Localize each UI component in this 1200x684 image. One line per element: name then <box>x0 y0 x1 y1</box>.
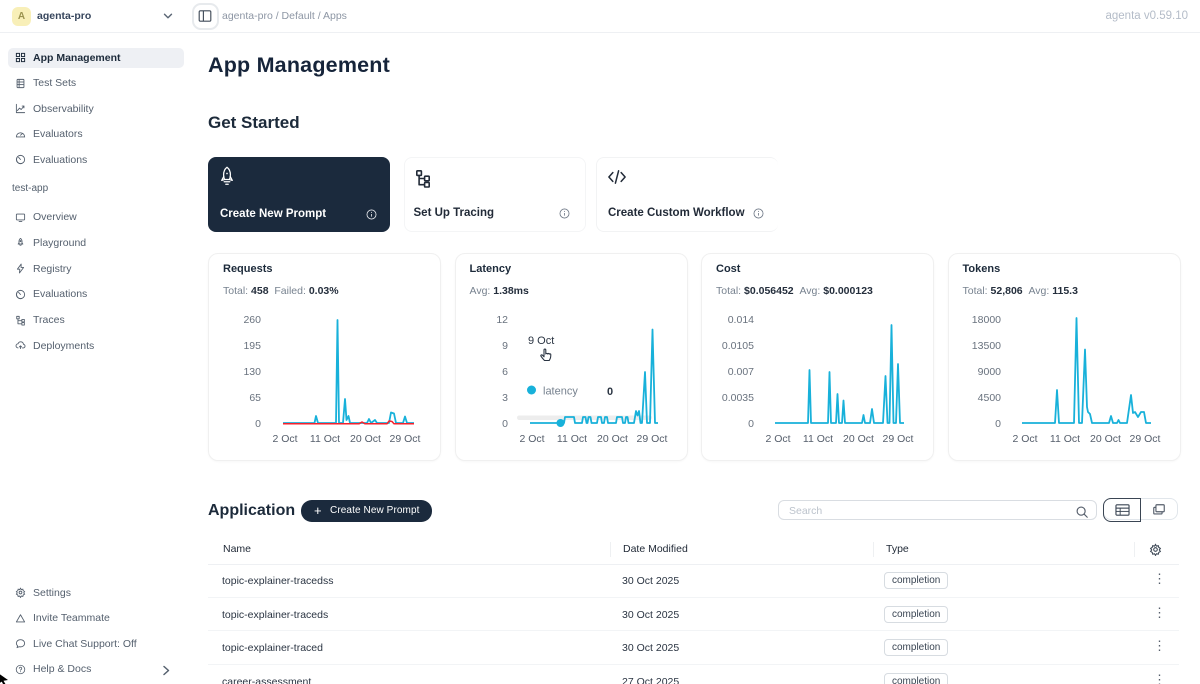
svg-text:20 Oct: 20 Oct <box>350 433 381 445</box>
svg-text:11 Oct: 11 Oct <box>1049 433 1079 445</box>
svg-text:11 Oct: 11 Oct <box>803 433 833 445</box>
svg-text:2 Oct: 2 Oct <box>765 433 790 445</box>
svg-text:6: 6 <box>502 366 508 378</box>
svg-text:29 Oct: 29 Oct <box>390 433 421 445</box>
svg-text:9 Oct: 9 Oct <box>528 335 554 347</box>
svg-text:20 Oct: 20 Oct <box>597 433 628 445</box>
svg-text:0: 0 <box>502 418 508 430</box>
svg-text:20 Oct: 20 Oct <box>1090 433 1121 445</box>
svg-text:130: 130 <box>243 366 261 378</box>
svg-text:13500: 13500 <box>971 340 1000 352</box>
svg-text:18000: 18000 <box>971 314 1000 326</box>
svg-text:20 Oct: 20 Oct <box>843 433 874 445</box>
svg-text:2 Oct: 2 Oct <box>1012 433 1037 445</box>
svg-text:0: 0 <box>607 386 613 398</box>
svg-text:0.007: 0.007 <box>728 366 754 378</box>
svg-text:0.0105: 0.0105 <box>722 340 754 352</box>
svg-text:0.0035: 0.0035 <box>722 392 754 404</box>
svg-text:11 Oct: 11 Oct <box>556 433 586 445</box>
svg-text:12: 12 <box>496 314 508 326</box>
svg-text:3: 3 <box>502 392 508 404</box>
svg-text:2 Oct: 2 Oct <box>272 433 297 445</box>
svg-text:0: 0 <box>748 418 754 430</box>
svg-text:29 Oct: 29 Oct <box>1129 433 1160 445</box>
svg-text:0: 0 <box>255 418 261 430</box>
svg-text:9000: 9000 <box>977 366 1001 378</box>
svg-text:195: 195 <box>243 340 261 352</box>
svg-text:0: 0 <box>995 418 1001 430</box>
svg-text:9: 9 <box>502 340 508 352</box>
svg-text:29 Oct: 29 Oct <box>636 433 667 445</box>
svg-text:29 Oct: 29 Oct <box>883 433 914 445</box>
svg-text:65: 65 <box>249 392 261 404</box>
svg-text:260: 260 <box>243 314 261 326</box>
svg-text:0.014: 0.014 <box>728 314 754 326</box>
svg-text:latency: latency <box>543 386 578 398</box>
svg-text:2 Oct: 2 Oct <box>519 433 544 445</box>
svg-text:11 Oct: 11 Oct <box>310 433 340 445</box>
svg-text:4500: 4500 <box>977 392 1001 404</box>
